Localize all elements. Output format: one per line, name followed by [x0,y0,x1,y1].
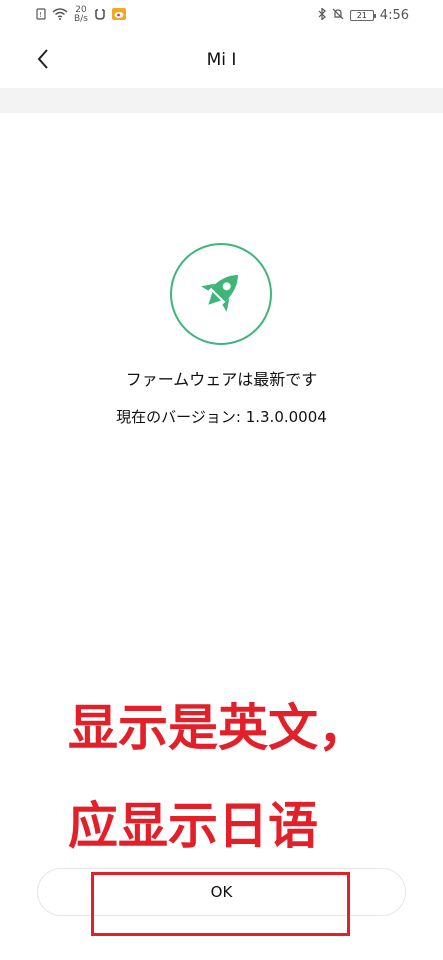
mute-icon [332,8,344,23]
current-version-text: 現在のバージョン: 1.3.0.0004 [116,408,327,426]
weibo-app-icon [111,7,126,23]
network-speed-unit: B/s [74,14,88,24]
rocket-icon [193,264,249,324]
rocket-badge [170,243,272,345]
annotation-line-1: 显示是英文， [68,699,368,757]
battery-icon: 21 [349,10,376,21]
wifi-icon [52,7,68,23]
firmware-status-text: ファームウェアは最新です [125,370,318,389]
title-bar: Mi I [0,34,443,88]
status-bar-left: ! 20 B/s [36,6,126,24]
annotation-highlight-box [91,872,350,936]
status-bar: ! 20 B/s 21 4:56 [0,0,443,34]
bluetooth-icon [318,7,326,23]
svg-text:!: ! [39,11,42,19]
network-speed: 20 B/s [74,6,88,24]
status-time: 4:56 [379,8,409,23]
status-bar-right: 21 4:56 [318,7,409,23]
header-divider [0,88,443,113]
page-title: Mi I [206,50,237,70]
annotation-line-2: 应显示日语 [68,797,318,855]
sim-card-icon: ! [36,7,46,23]
mi-home-app-icon [94,8,106,23]
